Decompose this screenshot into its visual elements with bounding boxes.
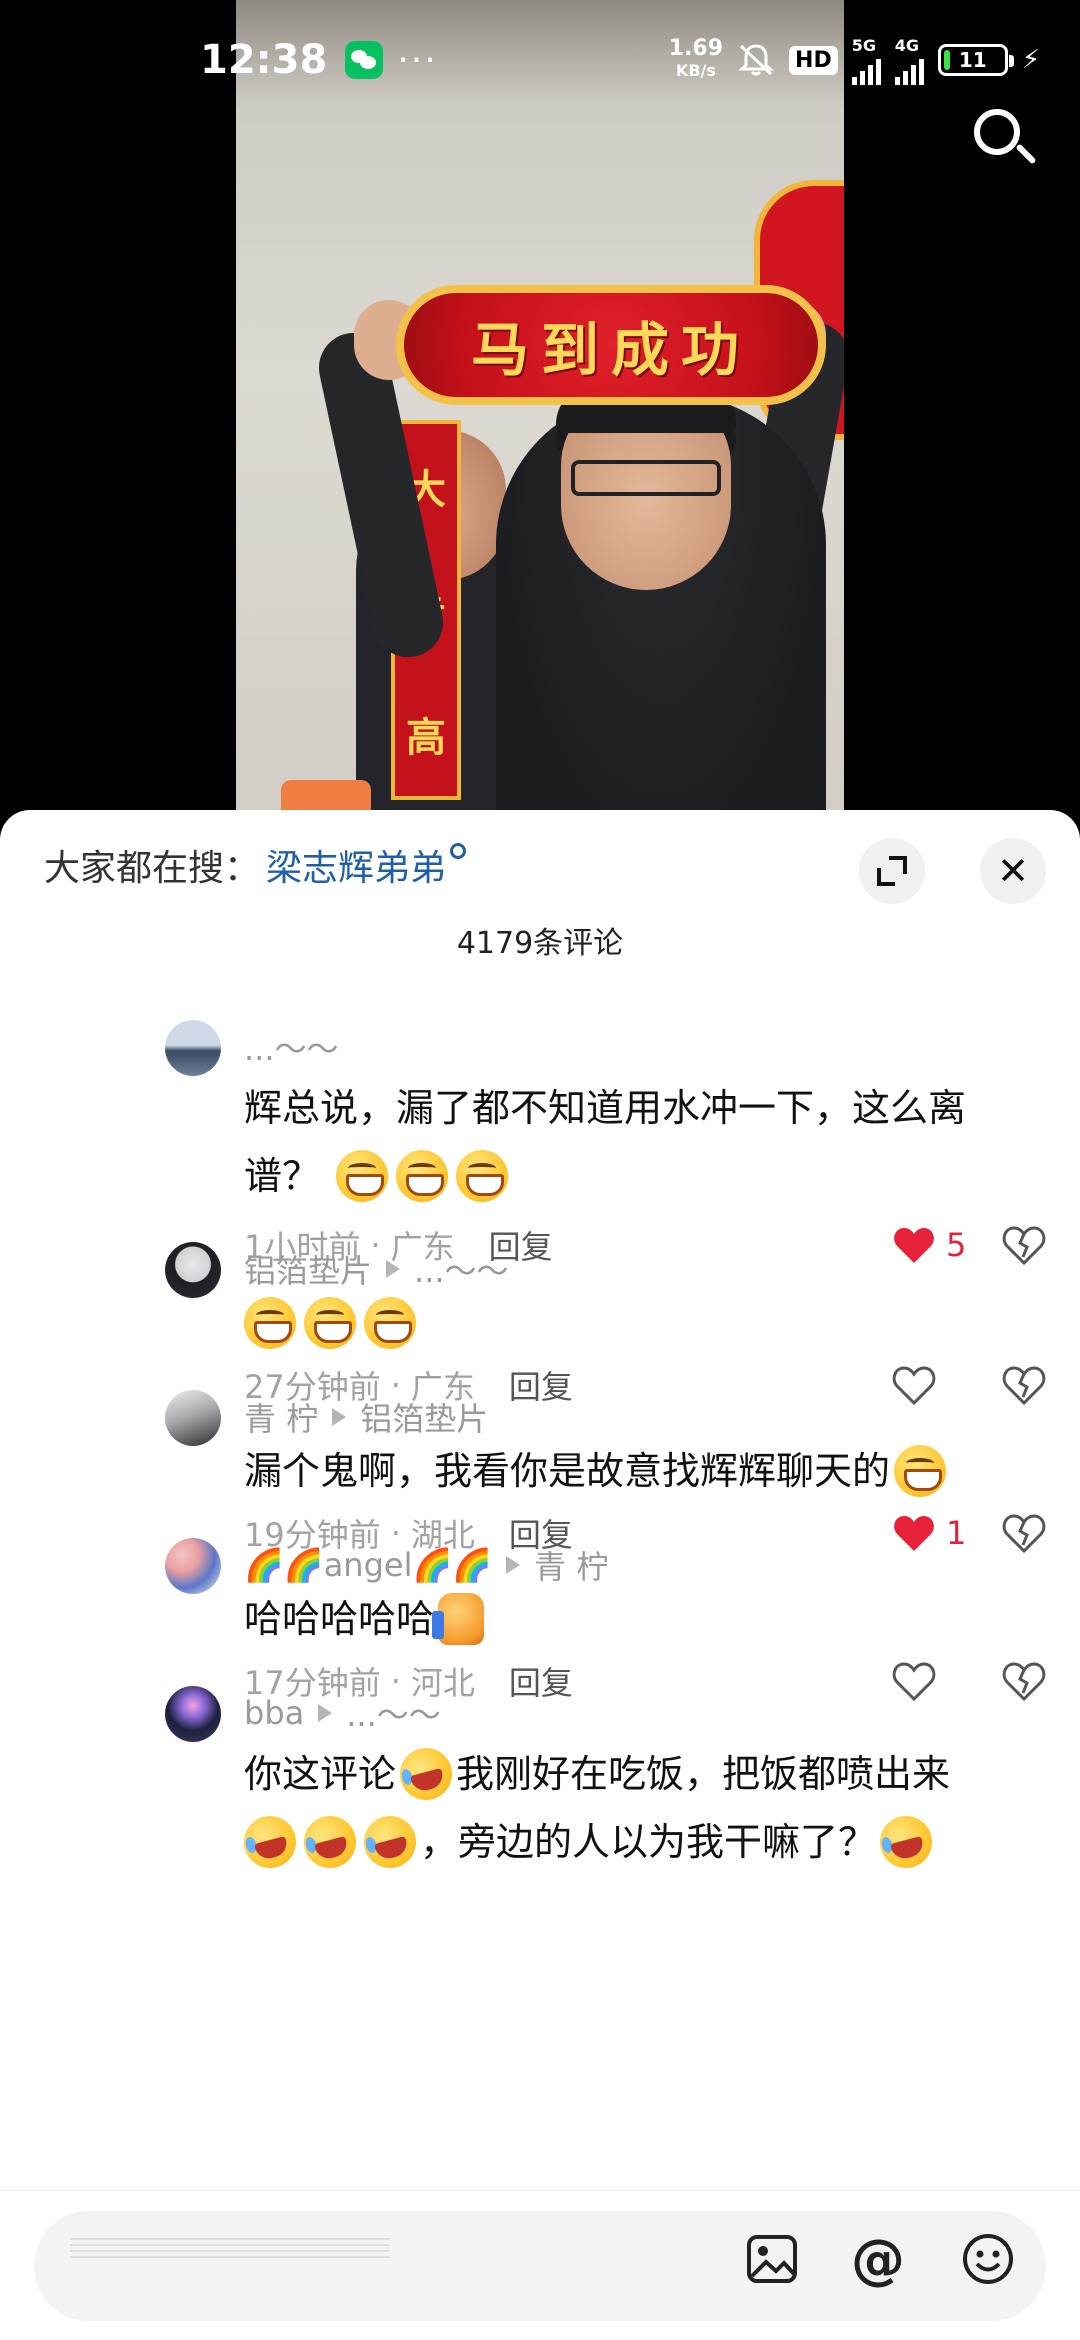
grin-emoji-icon [456, 1149, 509, 1202]
small-search-icon [450, 843, 467, 859]
video-player[interactable]: 大 步 高 马到成功 [0, 0, 1080, 830]
expand-icon [877, 856, 907, 886]
reply-to-name[interactable]: 青 柠 [534, 1542, 608, 1588]
laugh-cry-emoji-icon [298, 1809, 362, 1874]
reply-to-name[interactable]: 铝箔垫片 [360, 1394, 488, 1440]
comment-text: 漏个鬼啊，我看你是故意找辉辉聊天的 [244, 1444, 1040, 1498]
comment-sheet: 大家都在搜： 梁志辉弟弟 ✕ 4179条评论 ...～～ 辉总说，漏了都不知道用… [0, 810, 1080, 2340]
comment-item: 🌈🌈angel🌈🌈 青 柠 哈哈哈哈哈 17分钟前 · 河北 回复 [0, 1538, 1080, 1702]
grin-emoji-icon [304, 1296, 356, 1349]
video-person-glasses [571, 460, 721, 496]
status-bar: 12:38 ··· 1.69 KB/s HD 5G 4G 11 ⚡ [0, 0, 1080, 120]
grin-emoji-icon [396, 1149, 449, 1202]
network-speed: 1.69 KB/s [669, 38, 723, 82]
search-icon[interactable] [970, 105, 1040, 175]
trending-label: 大家都在搜： [44, 848, 261, 889]
comment-text-content: 漏个鬼啊，我看你是故意找辉辉聊天的 [244, 1449, 891, 1493]
comment-author[interactable]: 🌈🌈angel🌈🌈 青 柠 [244, 1538, 1040, 1592]
comment-text-content: 我刚好在吃饭，把饭都喷出来 [456, 1752, 951, 1796]
network-5g-label: 5G [851, 35, 876, 55]
comment-item: bba ...～～ 你这评论 我刚好在吃饭，把饭都喷出来 ，旁边的人以为我干嘛了？ [0, 1686, 1080, 1906]
grin-emoji-icon [894, 1444, 947, 1497]
network-4g-label: 4G [894, 35, 919, 55]
comment-author[interactable]: ...～～ [244, 1020, 1040, 1074]
image-icon[interactable] [742, 2229, 802, 2289]
mute-bell-icon [738, 44, 774, 76]
comment-item: ...～～ 辉总说，漏了都不知道用水冲一下，这么离谱？ 1小时前 · 广东 回复… [0, 1020, 1080, 1266]
reply-arrow-icon [332, 1408, 347, 1426]
comment-list: ...～～ 辉总说，漏了都不知道用水冲一下，这么离谱？ 1小时前 · 广东 回复… [0, 1020, 1080, 1906]
comment-author[interactable]: 青 柠 铝箔垫片 [244, 1390, 1040, 1444]
mention-icon[interactable]: @ [848, 2228, 908, 2291]
comment-input-placeholder [70, 2238, 390, 2258]
laugh-cry-emoji-icon [394, 1741, 458, 1806]
video-frame: 大 步 高 马到成功 [236, 0, 844, 830]
author-name[interactable]: bba [244, 1694, 304, 1732]
comment-count: 4179条评论 [456, 926, 624, 961]
couplet-char: 高 [406, 714, 446, 761]
avatar[interactable] [165, 1242, 221, 1298]
comment-author[interactable]: 铝箔垫片 ...～～ [244, 1242, 1040, 1296]
video-banner-text: 马到成功 [470, 316, 751, 384]
status-indicators: 1.69 KB/s HD 5G 4G 11 ⚡ [669, 36, 1040, 85]
author-name[interactable]: 🌈🌈angel🌈🌈 [244, 1546, 492, 1584]
comment-text [244, 1296, 1040, 1350]
hd-badge: HD [789, 45, 838, 75]
avatar[interactable] [165, 1390, 221, 1446]
comment-input-bar: @ [0, 2190, 1080, 2340]
grin-emoji-icon [244, 1296, 296, 1349]
avatar[interactable] [165, 1538, 221, 1594]
avatar[interactable] [165, 1686, 221, 1742]
comment-text: 辉总说，漏了都不知道用水冲一下，这么离谱？ [244, 1074, 1040, 1210]
comment-text-content: 你这评论 [244, 1752, 397, 1796]
comment-text: 你这评论 我刚好在吃饭，把饭都喷出来 ，旁边的人以为我干嘛了？ [238, 1740, 1040, 1876]
wechat-icon [345, 41, 384, 79]
comment-text-content: 哈哈哈哈哈 [244, 1597, 435, 1641]
reply-to-name[interactable]: ...～～ [346, 1690, 441, 1736]
signal-5g: 5G [851, 35, 881, 85]
more-notifications-icon: ··· [397, 39, 438, 81]
battery-level: 11 [958, 48, 987, 72]
comment-author[interactable]: bba ...～～ [244, 1686, 1040, 1740]
charging-bolt-icon: ⚡ [1021, 45, 1040, 75]
grin-emoji-icon [336, 1149, 389, 1202]
reply-arrow-icon [318, 1704, 333, 1722]
signal-bars-icon [851, 55, 881, 85]
expand-button[interactable] [859, 838, 925, 904]
reply-to-name[interactable]: ...～～ [414, 1246, 509, 1292]
trending-term-link[interactable]: 梁志辉弟弟 [266, 839, 446, 891]
battery-icon: 11 [937, 44, 1014, 76]
author-name[interactable]: 青 柠 [244, 1394, 318, 1440]
emoji-icon[interactable] [958, 2229, 1018, 2289]
laugh-cry-emoji-icon [358, 1809, 422, 1874]
author-name[interactable]: 铝箔垫片 [244, 1246, 372, 1292]
signal-bars-icon [894, 55, 924, 85]
signal-4g: 4G [894, 35, 924, 85]
avatar[interactable] [165, 1020, 221, 1076]
video-banner: 马到成功 [396, 285, 826, 405]
laugh-cry-emoji-icon [238, 1809, 302, 1874]
comment-item: 铝箔垫片 ...～～ 27分钟前 · 广东 回复 [0, 1242, 1080, 1406]
close-button[interactable]: ✕ [980, 838, 1046, 904]
comment-item: 青 柠 铝箔垫片 漏个鬼啊，我看你是故意找辉辉聊天的 19分钟前 · 湖北 回复… [0, 1390, 1080, 1554]
grin-emoji-icon [364, 1296, 416, 1349]
network-speed-unit: KB/s [675, 61, 716, 80]
author-name[interactable]: ...～～ [244, 1024, 339, 1070]
network-speed-value: 1.69 [668, 36, 724, 61]
status-time: 12:38 [200, 37, 328, 83]
close-icon: ✕ [997, 849, 1029, 893]
comment-text-content: ，旁边的人以为我干嘛了？ [420, 1820, 877, 1864]
laugh-cry-emoji-icon [874, 1809, 938, 1874]
reply-arrow-icon [386, 1260, 401, 1278]
reply-arrow-icon [506, 1556, 521, 1574]
thumbs-up-emoji-icon [432, 1592, 485, 1645]
trending-search-bar: 大家都在搜： 梁志辉弟弟 ✕ [0, 810, 1080, 920]
comment-text: 哈哈哈哈哈 [244, 1592, 1040, 1646]
